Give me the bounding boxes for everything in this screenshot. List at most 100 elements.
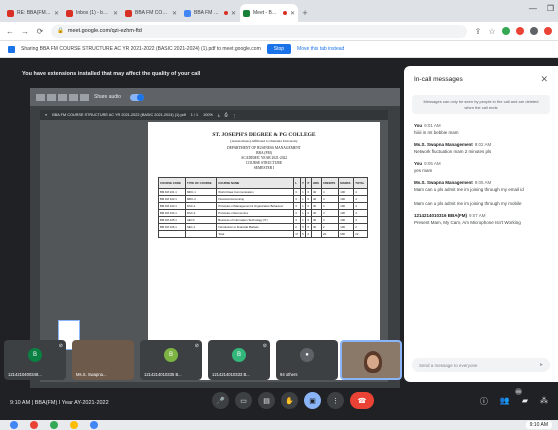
table-cell: SEC-1	[184, 223, 218, 231]
table-cell: MDC-2	[184, 195, 218, 203]
share-icon[interactable]: ⇪	[474, 27, 482, 36]
download-icon[interactable]: ⤓	[218, 113, 220, 117]
table-cell: Financial Accounting	[216, 195, 295, 203]
tab-close-icon[interactable]: ✕	[54, 10, 59, 17]
extension-area: ⇪ ☆	[474, 27, 552, 36]
camera-icon[interactable]: ▭	[235, 392, 252, 409]
browser-tab[interactable]: RE: BBA(FM) I Year AY-2021-22✕	[4, 4, 62, 22]
info-icon[interactable]: ⓘ	[480, 396, 488, 407]
tab-title: Inbox (1) - bulusaiswetha	[76, 10, 110, 16]
back-icon[interactable]: ←	[6, 27, 14, 36]
chat-message: Ms.S. Swapna Management 9:02 AM Network fl…	[404, 139, 558, 158]
browser-tab[interactable]: Meet - BBA(FM) I Yea ✕	[240, 4, 298, 22]
raise-hand-icon[interactable]: ✋	[281, 392, 298, 409]
captions-icon[interactable]: ▤	[258, 392, 275, 409]
participant-tile[interactable]: B ⊘ 1214214010335 B...	[140, 340, 202, 380]
screen-share-icon	[8, 45, 15, 53]
send-icon[interactable]: ➤	[539, 362, 543, 368]
pdf-toolbar: ≡ BBA FM COURSE STRUCTURE AC YR 2021-202…	[40, 110, 388, 120]
table-row: BM.FM.104.1 DSC-2 Principles of Economics 3…	[158, 209, 368, 217]
participant-tile[interactable]: B ⊘ 1214210400348...	[4, 340, 66, 380]
reload-icon[interactable]: ⟳	[36, 27, 44, 36]
tab-close-icon[interactable]: ✕	[113, 10, 118, 17]
present-icon[interactable]: ▣	[304, 392, 321, 409]
browser-tab[interactable]: BBA FM COURSE STRUCTURE✕	[122, 4, 180, 22]
table-cell: Business of Information Technology (IT)	[216, 216, 295, 224]
chat-input[interactable]: Send a message to everyone ➤	[412, 358, 550, 372]
tab-favicon-icon	[243, 9, 250, 17]
system-clock: 9:10 AM	[525, 421, 552, 429]
minimize-icon[interactable]: —	[529, 4, 537, 13]
extension-icon[interactable]	[516, 27, 524, 35]
profile-avatar[interactable]	[544, 27, 552, 35]
tab-favicon-icon	[125, 9, 132, 17]
table-header-cell: COURSE CODE	[158, 177, 186, 189]
table-cell: BM.FM.101.1	[158, 188, 186, 196]
taskbar-app-icon[interactable]	[10, 421, 18, 429]
move-tab-button[interactable]: Move this tab instead	[297, 46, 344, 52]
participant-tile[interactable]: B ⊘ 1214214010333 B...	[208, 340, 270, 380]
table-cell: BM.FM.104.1	[158, 209, 186, 217]
star-icon[interactable]: ☆	[488, 27, 496, 36]
chat-header: In-call messages ✕	[404, 66, 558, 85]
taskbar-app-icon[interactable]	[30, 421, 38, 429]
table-cell: 100	[338, 216, 355, 224]
extension-warning: You have extensions installed that may a…	[22, 71, 201, 77]
message-text: Present Mam, My Cam, Am Microphone Isn't…	[414, 220, 521, 225]
participant-tile[interactable]: Ms.S. Swapna...	[72, 340, 134, 380]
new-tab-button[interactable]: +	[299, 4, 311, 22]
taskbar-app-icon[interactable]	[70, 421, 78, 429]
message-text: Network fluctuation mam 2 minutes pls	[414, 149, 492, 154]
tab-close-icon[interactable]: ✕	[231, 10, 236, 17]
chat-panel: In-call messages ✕ Messages can only be …	[404, 66, 558, 382]
chat-message: Ms.S. Swapna Management 9:05 AM Mam can u …	[404, 177, 558, 196]
message-text: Mam can u pls admit me im joining throug…	[414, 201, 522, 206]
meeting-info: 9:10 AM | BBA(FM) I Year AY-2021-2022	[10, 400, 109, 406]
table-cell: 2	[320, 223, 340, 231]
close-icon[interactable]: ✕	[540, 74, 548, 85]
browser-tab[interactable]: BBA FM COURSE STRUCTURE ✕	[181, 4, 239, 22]
microphone-icon[interactable]: 🎤	[212, 392, 229, 409]
tab-share-banner: Sharing BBA FM COURSE STRUCTURE AC YR 20…	[0, 40, 558, 58]
participant-tile[interactable]: ● 94 others	[276, 340, 338, 380]
table-cell: 100	[338, 188, 355, 196]
table-cell: BM.FM.103.1	[158, 202, 186, 210]
table-cell: 100	[338, 223, 355, 231]
table-cell: 100	[338, 209, 355, 217]
recording-indicator-icon	[223, 11, 228, 15]
extension-icon[interactable]	[502, 27, 510, 35]
puzzle-icon[interactable]	[530, 27, 538, 35]
taskbar-app-icon[interactable]	[50, 421, 58, 429]
browser-tab[interactable]: Inbox (1) - bulusaiswetha✕	[63, 4, 121, 22]
table-header-cell: TYPE OF COURSE	[184, 177, 218, 189]
college-name: ST. JOSEPH'S DEGREE & PG COLLEGE	[212, 132, 316, 138]
people-icon[interactable]: 👥	[500, 396, 510, 407]
meeting-name: BBA(FM) I Year AY-2021-2022	[34, 400, 109, 406]
maximize-icon[interactable]: ❐	[547, 4, 554, 13]
share-audio-toggle[interactable]	[129, 93, 144, 101]
menu-icon[interactable]: ≡	[45, 113, 47, 117]
window-controls: — ❐	[529, 4, 554, 13]
forward-icon[interactable]: →	[21, 27, 29, 36]
message-sender: Ms.S. Swapna Management 9:05 AM	[414, 180, 492, 185]
more-icon[interactable]: ⋮	[233, 113, 237, 118]
stop-sharing-button[interactable]: Stop	[266, 44, 292, 54]
taskbar-app-icon[interactable]	[90, 421, 98, 429]
avatar: B	[164, 348, 178, 362]
table-cell: DSC-1	[184, 202, 218, 210]
participant-name: 94 others	[280, 372, 298, 377]
end-call-button[interactable]: ☎	[350, 392, 374, 409]
table-cell: AECC	[184, 216, 218, 224]
print-icon[interactable]: ⎙	[225, 113, 228, 117]
more-options-icon[interactable]: ⋮	[327, 392, 344, 409]
tab-close-icon[interactable]: ✕	[290, 10, 295, 17]
tab-title: BBA FM COURSE STRUCTURE	[194, 10, 221, 16]
table-header-cell: CREDITS	[320, 177, 340, 189]
course-table: COURSE CODE TYPE OF COURSE COURSE NAME L T P H…	[158, 177, 368, 238]
activities-icon[interactable]: ⁂	[540, 396, 548, 407]
message-time: 9:05 AM	[474, 180, 492, 185]
participant-tile[interactable]	[340, 340, 402, 380]
chat-icon[interactable]: ▰	[522, 396, 528, 407]
url-field[interactable]: 🔒 meet.google.com/qzi-ezhm-ftd	[51, 24, 467, 38]
tab-close-icon[interactable]: ✕	[172, 10, 177, 17]
